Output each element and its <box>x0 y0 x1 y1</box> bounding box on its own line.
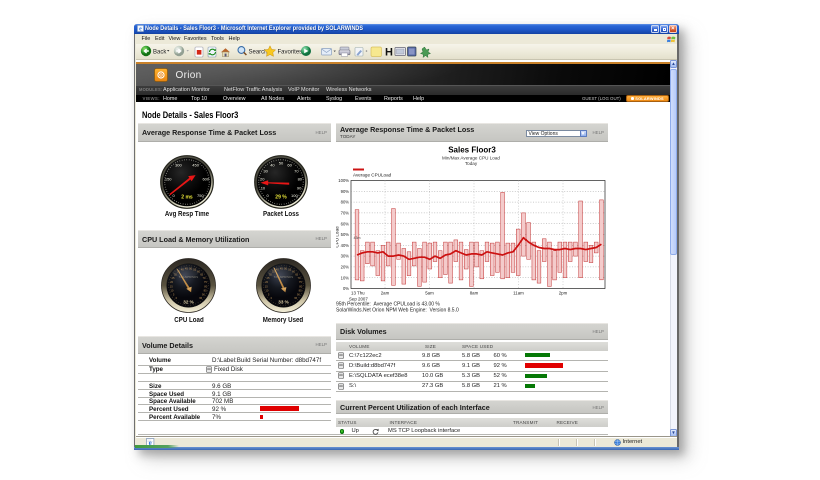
svg-text:Favorites: Favorites <box>278 49 303 55</box>
svg-text:0%: 0% <box>343 286 349 291</box>
svg-text:70%: 70% <box>341 211 350 216</box>
svg-text:70: 70 <box>203 276 206 280</box>
svg-text:11am: 11am <box>513 291 524 296</box>
svg-text:32 %: 32 % <box>183 300 193 305</box>
svg-text:600: 600 <box>202 177 209 182</box>
svg-text:e: e <box>139 27 142 32</box>
svg-text:450: 450 <box>192 163 199 168</box>
svg-text:80: 80 <box>299 284 302 288</box>
svg-text:90: 90 <box>296 293 299 297</box>
svg-text:95: 95 <box>294 296 297 300</box>
svg-text:40: 40 <box>270 162 275 167</box>
svg-text:2am: 2am <box>381 291 390 296</box>
svg-text:33 %: 33 % <box>278 300 288 305</box>
svg-text:Sales Floor3: Sales Floor3 <box>448 146 496 155</box>
svg-text:50%: 50% <box>341 232 350 237</box>
svg-text:25: 25 <box>266 276 269 280</box>
svg-text:15: 15 <box>170 284 173 288</box>
svg-text:43m: 43m <box>354 236 361 240</box>
svg-text:85: 85 <box>298 289 301 293</box>
svg-text:20: 20 <box>260 176 265 181</box>
svg-text:90: 90 <box>297 185 302 190</box>
svg-text:40%: 40% <box>341 243 350 248</box>
svg-text:13 Thu: 13 Thu <box>351 291 365 296</box>
svg-text:30: 30 <box>263 168 268 173</box>
svg-text:10%: 10% <box>341 275 350 280</box>
svg-text:30%: 30% <box>341 254 350 259</box>
svg-text:2 ms: 2 ms <box>181 195 193 201</box>
svg-text:85: 85 <box>204 289 207 293</box>
svg-text:H: H <box>385 47 393 59</box>
svg-text:60%: 60% <box>341 221 350 226</box>
svg-text:20: 20 <box>170 280 173 284</box>
svg-text:100%: 100% <box>338 178 349 183</box>
svg-text:10: 10 <box>261 185 266 190</box>
svg-text:Min/Max Average CPU Load: Min/Max Average CPU Load <box>442 156 500 161</box>
svg-text:20%: 20% <box>341 265 350 270</box>
svg-text:80: 80 <box>204 284 207 288</box>
svg-text:Average CPULoad: Average CPULoad <box>353 173 392 178</box>
svg-text:80: 80 <box>298 176 303 181</box>
svg-text:65: 65 <box>295 273 298 277</box>
svg-text:750: 750 <box>197 193 204 198</box>
svg-text:15: 15 <box>264 284 267 288</box>
svg-text:20: 20 <box>265 280 268 284</box>
svg-text:2pm: 2pm <box>559 291 568 296</box>
svg-text:95: 95 <box>199 296 202 300</box>
svg-text:80%: 80% <box>341 200 350 205</box>
svg-text:300: 300 <box>175 163 182 168</box>
svg-text:150: 150 <box>165 177 172 182</box>
svg-text:10: 10 <box>170 289 173 293</box>
svg-text:Back: Back <box>153 49 167 55</box>
svg-text:25: 25 <box>172 276 175 280</box>
svg-text:60: 60 <box>287 162 292 167</box>
svg-text:Today: Today <box>465 161 478 166</box>
svg-text:65: 65 <box>200 273 203 277</box>
svg-text:70: 70 <box>297 276 300 280</box>
svg-text:5am: 5am <box>425 291 434 296</box>
svg-text:8am: 8am <box>470 291 479 296</box>
svg-text:CPU Load: CPU Load <box>336 226 340 248</box>
svg-text:29 %: 29 % <box>275 194 287 200</box>
svg-text:75: 75 <box>298 280 301 284</box>
svg-text:75: 75 <box>204 280 207 284</box>
svg-text:100: 100 <box>291 192 298 197</box>
svg-text:90%: 90% <box>341 189 350 194</box>
svg-text:70: 70 <box>294 168 299 173</box>
svg-text:90: 90 <box>202 293 205 297</box>
svg-text:SolarWinds.Net Orion NPM Web E: SolarWinds.Net Orion NPM Web Engine: Ver… <box>336 308 459 314</box>
svg-text:10: 10 <box>265 289 268 293</box>
svg-text:50: 50 <box>279 160 284 165</box>
